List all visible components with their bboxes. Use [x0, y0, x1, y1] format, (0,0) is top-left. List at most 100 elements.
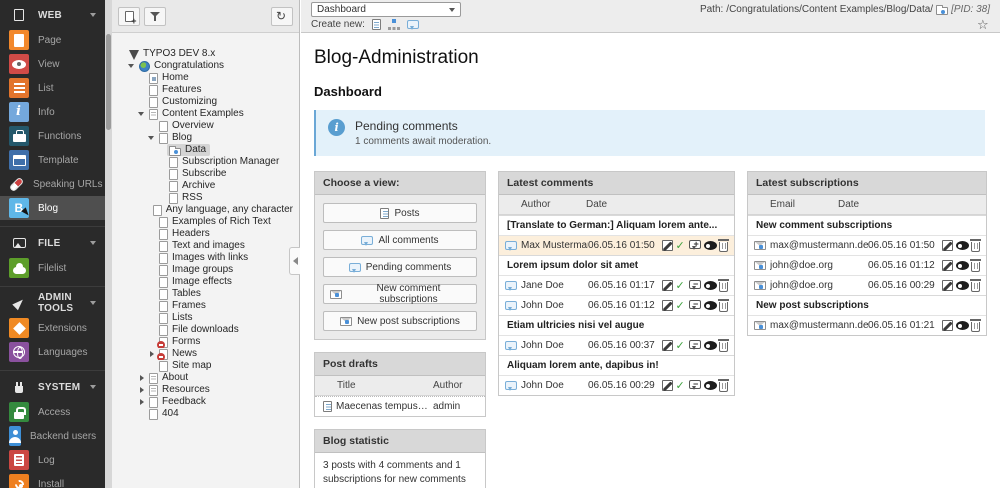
comment-toggle-icon[interactable]: [689, 279, 701, 290]
visibility-icon[interactable]: [955, 321, 969, 330]
visibility-icon[interactable]: [703, 281, 717, 290]
tree-node-image-groups[interactable]: Image groups: [116, 264, 297, 276]
visibility-icon[interactable]: [703, 341, 717, 350]
tree-node-404[interactable]: 404: [116, 408, 297, 420]
edit-icon[interactable]: [662, 380, 673, 391]
scrollbar-thumb[interactable]: [106, 34, 111, 130]
visibility-icon[interactable]: [703, 301, 717, 310]
module-item-access[interactable]: Access: [0, 400, 105, 424]
module-item-template[interactable]: Template: [0, 148, 105, 172]
module-item-speaking-urls[interactable]: Speaking URLs: [0, 172, 105, 196]
new-comment-icon[interactable]: [406, 20, 419, 30]
module-item-blog[interactable]: Blog: [0, 196, 105, 220]
tree-node-typo3-dev-8-x[interactable]: TYPO3 DEV 8.x: [116, 48, 297, 60]
module-group-header[interactable]: ADMIN TOOLS: [0, 290, 105, 316]
tree-node-customizing[interactable]: Customizing: [116, 96, 297, 108]
module-item-extensions[interactable]: Extensions: [0, 316, 105, 340]
tree-node-subscribe[interactable]: Subscribe: [116, 168, 297, 180]
visibility-icon[interactable]: [955, 241, 969, 250]
tree-node-text-and-images[interactable]: Text and images: [116, 240, 297, 252]
tree-node-home[interactable]: Home: [116, 72, 297, 84]
delete-icon[interactable]: [970, 259, 981, 272]
bookmark-star-icon[interactable]: [977, 17, 990, 33]
module-group-header[interactable]: SYSTEM: [0, 374, 105, 400]
new-comment-subscriptions-button[interactable]: New comment subscriptions: [323, 283, 477, 305]
comment-toggle-icon[interactable]: [689, 339, 701, 350]
module-group-header[interactable]: WEB: [0, 2, 105, 28]
module-item-page[interactable]: Page: [0, 28, 105, 52]
delete-icon[interactable]: [718, 299, 729, 312]
module-item-languages[interactable]: Languages: [0, 340, 105, 364]
approve-icon[interactable]: [676, 339, 687, 352]
module-item-list[interactable]: List: [0, 76, 105, 100]
new-post-icon[interactable]: [371, 19, 381, 30]
new-post-subscriptions-button[interactable]: New post subscriptions: [323, 311, 477, 331]
module-item-backend-users[interactable]: Backend users: [0, 424, 105, 448]
delete-icon[interactable]: [970, 279, 981, 292]
tree-node-frames[interactable]: Frames: [116, 300, 297, 312]
delete-icon[interactable]: [718, 379, 729, 392]
tree-node-image-effects[interactable]: Image effects: [116, 276, 297, 288]
comment-toggle-icon[interactable]: [689, 299, 701, 310]
tree-node-news[interactable]: News: [116, 348, 297, 360]
tree-node-site-map[interactable]: Site map: [116, 360, 297, 372]
tree-node-blog[interactable]: Blog: [116, 132, 297, 144]
filter-button[interactable]: [144, 6, 166, 26]
module-item-log[interactable]: Log: [0, 448, 105, 472]
tree-node-feedback[interactable]: Feedback: [116, 396, 297, 408]
edit-icon[interactable]: [662, 240, 673, 251]
module-item-install[interactable]: Install: [0, 472, 105, 488]
tree-node-resources[interactable]: Resources: [116, 384, 297, 396]
edit-icon[interactable]: [942, 260, 953, 271]
delete-icon[interactable]: [718, 239, 729, 252]
module-item-info[interactable]: Info: [0, 100, 105, 124]
delete-icon[interactable]: [718, 279, 729, 292]
module-item-functions[interactable]: Functions: [0, 124, 105, 148]
tree-node-content-examples[interactable]: Content Examples: [116, 108, 297, 120]
tree-collapse-handle[interactable]: [289, 247, 300, 275]
all-comments-button[interactable]: All comments: [323, 230, 477, 250]
module-bar-scrollbar[interactable]: [105, 0, 112, 488]
approve-icon[interactable]: [676, 299, 687, 312]
tree-node-features[interactable]: Features: [116, 84, 297, 96]
edit-icon[interactable]: [662, 280, 673, 291]
comment-toggle-icon[interactable]: [689, 379, 701, 390]
tree-node-data[interactable]: Data: [116, 144, 297, 156]
approve-icon[interactable]: [676, 239, 687, 252]
approve-icon[interactable]: [676, 279, 687, 292]
tree-node-archive[interactable]: Archive: [116, 180, 297, 192]
visibility-icon[interactable]: [703, 241, 717, 250]
refresh-button[interactable]: [271, 6, 293, 26]
visibility-icon[interactable]: [955, 261, 969, 270]
tree-node-overview[interactable]: Overview: [116, 120, 297, 132]
tree-node-images-with-links[interactable]: Images with links: [116, 252, 297, 264]
module-item-filelist[interactable]: Filelist: [0, 256, 105, 280]
tree-node-lists[interactable]: Lists: [116, 312, 297, 324]
view-selector[interactable]: Dashboard: [311, 2, 461, 17]
posts-button[interactable]: Posts: [323, 203, 477, 223]
module-item-view[interactable]: View: [0, 52, 105, 76]
tree-node-about[interactable]: About: [116, 372, 297, 384]
tree-node-rss[interactable]: RSS: [116, 192, 297, 204]
tree-node-forms[interactable]: Forms: [116, 336, 297, 348]
edit-icon[interactable]: [662, 300, 673, 311]
pending-comments-button[interactable]: Pending comments: [323, 257, 477, 277]
tree-node-tables[interactable]: Tables: [116, 288, 297, 300]
edit-icon[interactable]: [662, 340, 673, 351]
new-category-icon[interactable]: [387, 19, 400, 30]
delete-icon[interactable]: [970, 239, 981, 252]
module-group-header[interactable]: FILE: [0, 230, 105, 256]
delete-icon[interactable]: [718, 339, 729, 352]
comment-toggle-icon[interactable]: [689, 239, 701, 250]
visibility-icon[interactable]: [703, 381, 717, 390]
approve-icon[interactable]: [676, 379, 687, 392]
delete-icon[interactable]: [970, 319, 981, 332]
tree-node-subscription-manager[interactable]: Subscription Manager: [116, 156, 297, 168]
tree-node-headers[interactable]: Headers: [116, 228, 297, 240]
tree-node-file-downloads[interactable]: File downloads: [116, 324, 297, 336]
tree-node-any-language-any-character[interactable]: Any language, any character: [116, 204, 297, 216]
tree-node-congratulations[interactable]: Congratulations: [116, 60, 297, 72]
edit-icon[interactable]: [942, 320, 953, 331]
edit-icon[interactable]: [942, 240, 953, 251]
tree-node-examples-of-rich-text[interactable]: Examples of Rich Text: [116, 216, 297, 228]
